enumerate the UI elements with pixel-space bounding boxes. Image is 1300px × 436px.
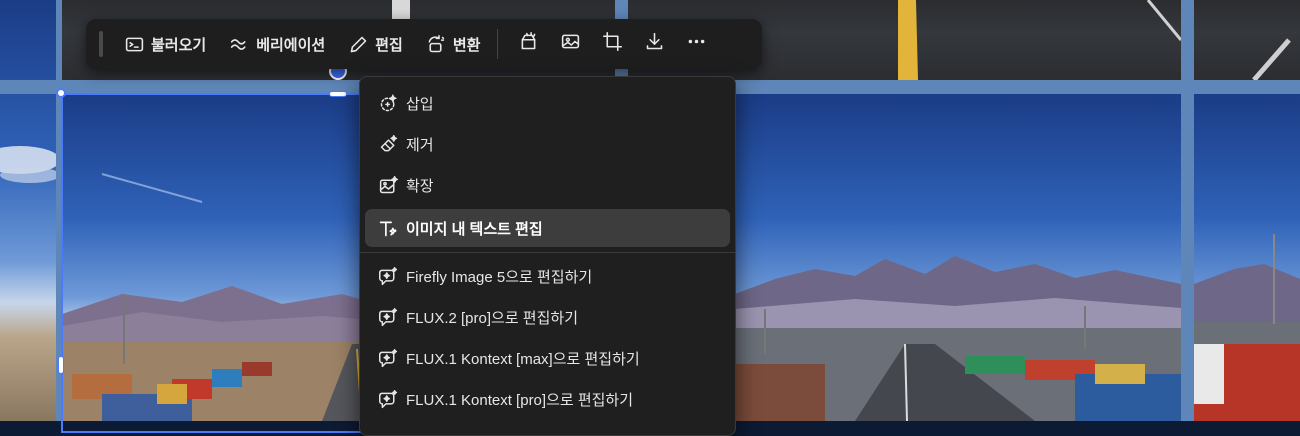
- canvas-gutter: [1181, 0, 1194, 421]
- menu-item-label: FLUX.1 Kontext [max]으로 편집하기: [406, 350, 640, 368]
- image-tile-top-right[interactable]: [1194, 0, 1300, 80]
- image-action-toolbar: 불러오기 베리에이션 편집 변환: [86, 19, 762, 69]
- menu-item-label: FLUX.2 [pro]으로 편집하기: [406, 309, 579, 327]
- menu-divider: [360, 252, 735, 253]
- terminal-prompt-icon: [123, 33, 145, 55]
- pencil-icon: [347, 33, 369, 55]
- menu-item-edit-flux2-pro[interactable]: FLUX.2 [pro]으로 편집하기: [365, 298, 730, 336]
- generative-insert-icon: [377, 92, 399, 114]
- chat-sparkle-icon: [377, 388, 399, 410]
- chat-sparkle-icon: [377, 347, 399, 369]
- download-icon: [644, 31, 665, 57]
- download-button[interactable]: [637, 26, 671, 62]
- image-tile-left-edge[interactable]: [0, 0, 56, 421]
- more-icon: [686, 31, 707, 57]
- edit-button[interactable]: 편집: [336, 26, 414, 62]
- crop-icon: [602, 31, 623, 57]
- resize-handle-left[interactable]: [58, 356, 64, 374]
- menu-item-edit-firefly-image-5[interactable]: Firefly Image 5으로 편집하기: [365, 257, 730, 295]
- menu-item-label: 확장: [406, 177, 434, 195]
- toolbar-drag-handle[interactable]: [99, 31, 103, 57]
- menu-item-insert[interactable]: 삽입: [365, 84, 730, 122]
- approx-wave-icon: [228, 33, 250, 55]
- variation-button-label: 베리에이션: [256, 36, 326, 54]
- menu-item-label: 삽입: [406, 95, 434, 113]
- load-button-label: 불러오기: [151, 36, 207, 54]
- resize-handle-top[interactable]: [329, 91, 347, 97]
- menu-item-edit-flux1-kontext-max[interactable]: FLUX.1 Kontext [max]으로 편집하기: [365, 339, 730, 377]
- edit-button-label: 편집: [375, 36, 403, 54]
- menu-item-remove[interactable]: 제거: [365, 125, 730, 163]
- variation-button[interactable]: 베리에이션: [217, 26, 336, 62]
- menu-item-label: 제거: [406, 136, 434, 154]
- text-edit-icon: [377, 217, 399, 239]
- menu-item-label: Firefly Image 5으로 편집하기: [406, 268, 593, 286]
- more-options-button[interactable]: [679, 26, 713, 62]
- image-tile-right-edge[interactable]: [1194, 94, 1300, 421]
- chat-sparkle-icon: [377, 265, 399, 287]
- generative-magic-button[interactable]: [511, 26, 545, 62]
- transform-button[interactable]: 변환: [414, 26, 492, 62]
- edit-dropdown-menu: 삽입 제거 확장 이미지 내 텍스트 편집 Firefly Image 5으로 …: [359, 76, 736, 436]
- load-button[interactable]: 불러오기: [112, 26, 217, 62]
- image-button[interactable]: [553, 26, 587, 62]
- transform-button-label: 변환: [452, 36, 481, 54]
- magic-box-icon: [518, 31, 539, 57]
- image-tile-middle-right[interactable]: [735, 94, 1181, 421]
- image-icon: [560, 31, 581, 57]
- menu-item-edit-text-in-image[interactable]: 이미지 내 텍스트 편집: [365, 209, 730, 247]
- eraser-sparkle-icon: [377, 133, 399, 155]
- menu-item-expand[interactable]: 확장: [365, 166, 730, 204]
- menu-item-label: 이미지 내 텍스트 편집: [406, 220, 543, 238]
- chat-sparkle-icon: [377, 306, 399, 328]
- menu-item-label: FLUX.1 Kontext [pro]으로 편집하기: [406, 391, 634, 409]
- resize-handle-top-left[interactable]: [56, 88, 66, 98]
- expand-image-icon: [377, 174, 399, 196]
- transform-sparkle-icon: [425, 33, 447, 55]
- toolbar-divider: [497, 29, 499, 59]
- menu-item-edit-flux1-kontext-pro[interactable]: FLUX.1 Kontext [pro]으로 편집하기: [365, 380, 730, 418]
- crop-button[interactable]: [595, 26, 629, 62]
